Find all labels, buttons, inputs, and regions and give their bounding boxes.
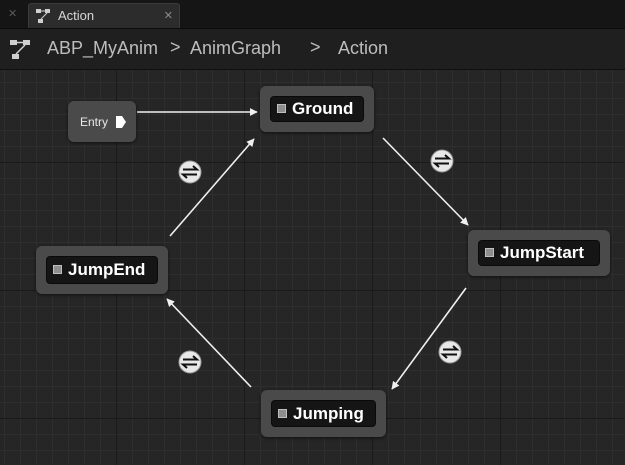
state-body: JumpEnd (46, 256, 158, 284)
state-icon (278, 408, 287, 418)
entry-label: Entry (80, 115, 109, 129)
state-label: JumpStart (500, 243, 585, 262)
state-label: Jumping (293, 403, 364, 423)
state-body: JumpStart (478, 240, 600, 266)
transition-wire (391, 287, 467, 390)
entry-node[interactable]: Entry (68, 101, 136, 142)
transition-rule-icon[interactable] (178, 350, 202, 374)
state-jumpend[interactable]: JumpEnd (36, 246, 168, 294)
transition-rule-icon[interactable] (430, 149, 454, 173)
state-label: JumpEnd (68, 260, 146, 279)
state-icon (485, 248, 494, 257)
transition-rule-icon[interactable] (178, 160, 202, 184)
state-icon (277, 104, 286, 113)
transition-rule-icon[interactable] (438, 340, 462, 364)
state-jumpstart[interactable]: JumpStart (468, 230, 610, 276)
state-icon (53, 265, 62, 274)
state-jumping[interactable]: Jumping (261, 390, 386, 437)
state-ground[interactable]: Ground (260, 86, 374, 132)
state-label: Ground (292, 99, 354, 118)
state-body: Jumping (271, 400, 376, 427)
exec-pin-icon[interactable] (116, 116, 126, 128)
transition-wire (169, 138, 255, 237)
state-body: Ground (270, 96, 364, 122)
transition-wire (382, 137, 469, 226)
